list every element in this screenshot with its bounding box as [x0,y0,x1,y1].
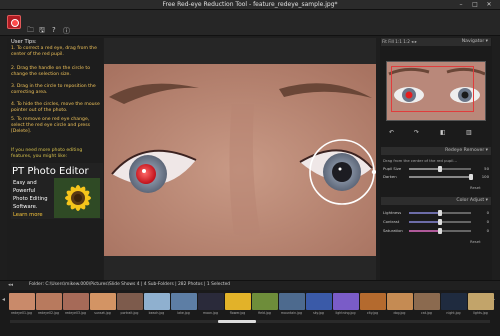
slider-label: Contrast [383,219,400,224]
slider-value: 0 [486,228,489,233]
filmstrip-thumb[interactable] [144,293,170,310]
photo[interactable] [104,64,376,256]
title-bar: Free Red-eye Reduction Tool - feature_re… [0,0,500,10]
filmstrip-thumb[interactable] [441,293,467,310]
filmstrip-thumb[interactable] [387,293,413,310]
color-reset-button[interactable]: Reset [470,239,481,244]
filmstrip-thumb[interactable] [9,293,35,310]
contrast-slider[interactable]: Contrast 0 [383,219,489,225]
filmstrip-thumb[interactable] [117,293,143,310]
save-icon[interactable]: 🖫 [39,26,45,37]
ad-line-1: Easy and [13,180,37,186]
filmstrip-thumb[interactable] [90,293,116,310]
help-icon[interactable]: ? [52,26,56,34]
filmstrip-thumb[interactable] [333,293,359,310]
pupil-size-slider[interactable]: Pupil Size 50 [383,166,489,172]
saturation-slider[interactable]: Saturation 0 [383,228,489,234]
info-icon[interactable]: ⓘ [63,26,70,36]
color-adjust-header[interactable]: Color Adjust ▾ [381,197,491,205]
filmstrip-thumb-label: moon.jpg [203,311,218,315]
filmstrip-thumb[interactable] [252,293,278,310]
slider-label: Saturation [383,228,403,233]
color-adjust-title: Color Adjust [456,198,485,203]
rotate-left-icon[interactable]: ↶ [389,129,394,136]
filmstrip-thumb[interactable] [306,293,332,310]
status-bar: ◂◂ Folder: C:\Users\mikew.000\Pictures\S… [0,280,500,290]
tip-3: 3. Drag in the circle to reposition the … [11,84,96,95]
learn-more-link[interactable]: Learn more [13,212,43,218]
filmstrip-thumb-label: sky.jpg [313,311,324,315]
ad-line-4: Software. [13,204,38,210]
red-eye-icon[interactable] [7,15,21,29]
filmstrip-thumb-label: field.jpg [258,311,271,315]
tip-4: 4. To hide the circles, move the mouse p… [11,102,100,113]
slider-label: Pupil Size [383,166,402,171]
filmstrip-thumb-label: beach.jpg [148,311,165,315]
filmstrip-thumb-label: portrait.jpg [120,311,139,315]
tool-buttons: ↶ ↷ ◧ ▥ [381,129,491,139]
filmstrip-thumb-label: cat.jpg [421,311,432,315]
redeye-remover-header[interactable]: Redeye Remover ▾ [381,147,491,155]
darken-slider[interactable]: Darken 100 [383,174,489,180]
slider-label: Lightness [383,210,402,215]
slider-value: 0 [486,210,489,215]
slider-value: 100 [481,174,489,179]
filmstrip-thumb-label: mountain.jpg [280,311,303,315]
redeye-remover-title: Redeye Remover [445,148,485,153]
filmstrip-thumb-label: redeye02.jpg [37,311,60,315]
tip-1: 1. To correct a red eye, drag from the c… [11,46,97,57]
filmstrip-thumb[interactable] [36,293,62,310]
filmstrip-thumb[interactable] [360,293,386,310]
redeye-reset-button[interactable]: Reset [470,185,481,190]
ad-title: PT Photo Editor [12,166,89,177]
tip-5: 5. To remove one red eye change, select … [11,117,91,134]
filmstrip-thumb[interactable] [468,293,494,310]
filmstrip-thumb[interactable] [171,293,197,310]
slider-value: 50 [484,166,489,171]
sunflower-image [54,178,100,218]
filmstrip-thumb-label: dog.jpg [393,311,406,315]
close-button[interactable]: ✕ [482,0,496,10]
maximize-button[interactable]: □ [468,0,482,10]
filmstrip-thumb-label: redeye03.jpg [64,311,87,315]
filmstrip-thumb[interactable] [63,293,89,310]
tip-2: 2. Drag the handle on the circle to chan… [11,66,91,77]
filmstrip-thumb-label: lights.jpg [473,311,488,315]
filmstrip: ◂ ▸ redeye01.jpgredeye02.jpgredeye03.jpg… [0,290,500,336]
redeye-note: Drag from the center of the red pupil... [383,158,458,163]
ad-line-2: Powerful [13,188,36,194]
open-folder-icon[interactable]: 🗀 [27,26,34,37]
status-text: Folder: C:\Users\mikew.000\Pictures\Slid… [29,282,231,287]
filmstrip-scroll-thumb[interactable] [218,320,256,323]
filmstrip-thumb-label: sunset.jpg [94,311,111,315]
filmstrip-thumb[interactable] [198,293,224,310]
filmstrip-thumb[interactable] [279,293,305,310]
slider-label: Darken [383,174,397,179]
delete-icon[interactable]: ▥ [466,129,472,136]
tips-title: User Tips: [11,39,37,45]
filmstrip-thumb-label: night.jpg [446,311,461,315]
rotate-right-icon[interactable]: ↷ [414,129,419,136]
ad-line-3: Photo Editing [13,196,48,202]
compare-icon[interactable]: ◧ [440,129,446,136]
promo-text: If you need more photo editing features,… [11,148,83,159]
filmstrip-thumb[interactable] [225,293,251,310]
filmstrip-prev-icon[interactable]: ◂ [2,296,5,303]
toolbar [0,10,500,36]
minimize-button[interactable]: – [454,0,468,10]
slider-value: 0 [486,219,489,224]
navigator-viewport[interactable] [391,66,474,112]
zoom-buttons[interactable]: Fit Fill 1:1 1:2 ◂ ▸ [382,38,417,46]
filmstrip-thumb-label: city.jpg [366,311,379,315]
filmstrip-thumb-label: lightning.jpg [335,311,356,315]
window-title: Free Red-eye Reduction Tool - feature_re… [162,1,338,8]
lightness-slider[interactable]: Lightness 0 [383,210,489,216]
filmstrip-thumb[interactable] [414,293,440,310]
collapse-strip-icon[interactable]: ◂◂ [8,282,13,288]
filmstrip-thumb-label: redeye01.jpg [10,311,33,315]
navigator-title: Navigator [461,39,485,44]
filmstrip-thumb-label: lake.jpg [177,311,190,315]
filmstrip-thumb-label: flower.jpg [229,311,246,315]
